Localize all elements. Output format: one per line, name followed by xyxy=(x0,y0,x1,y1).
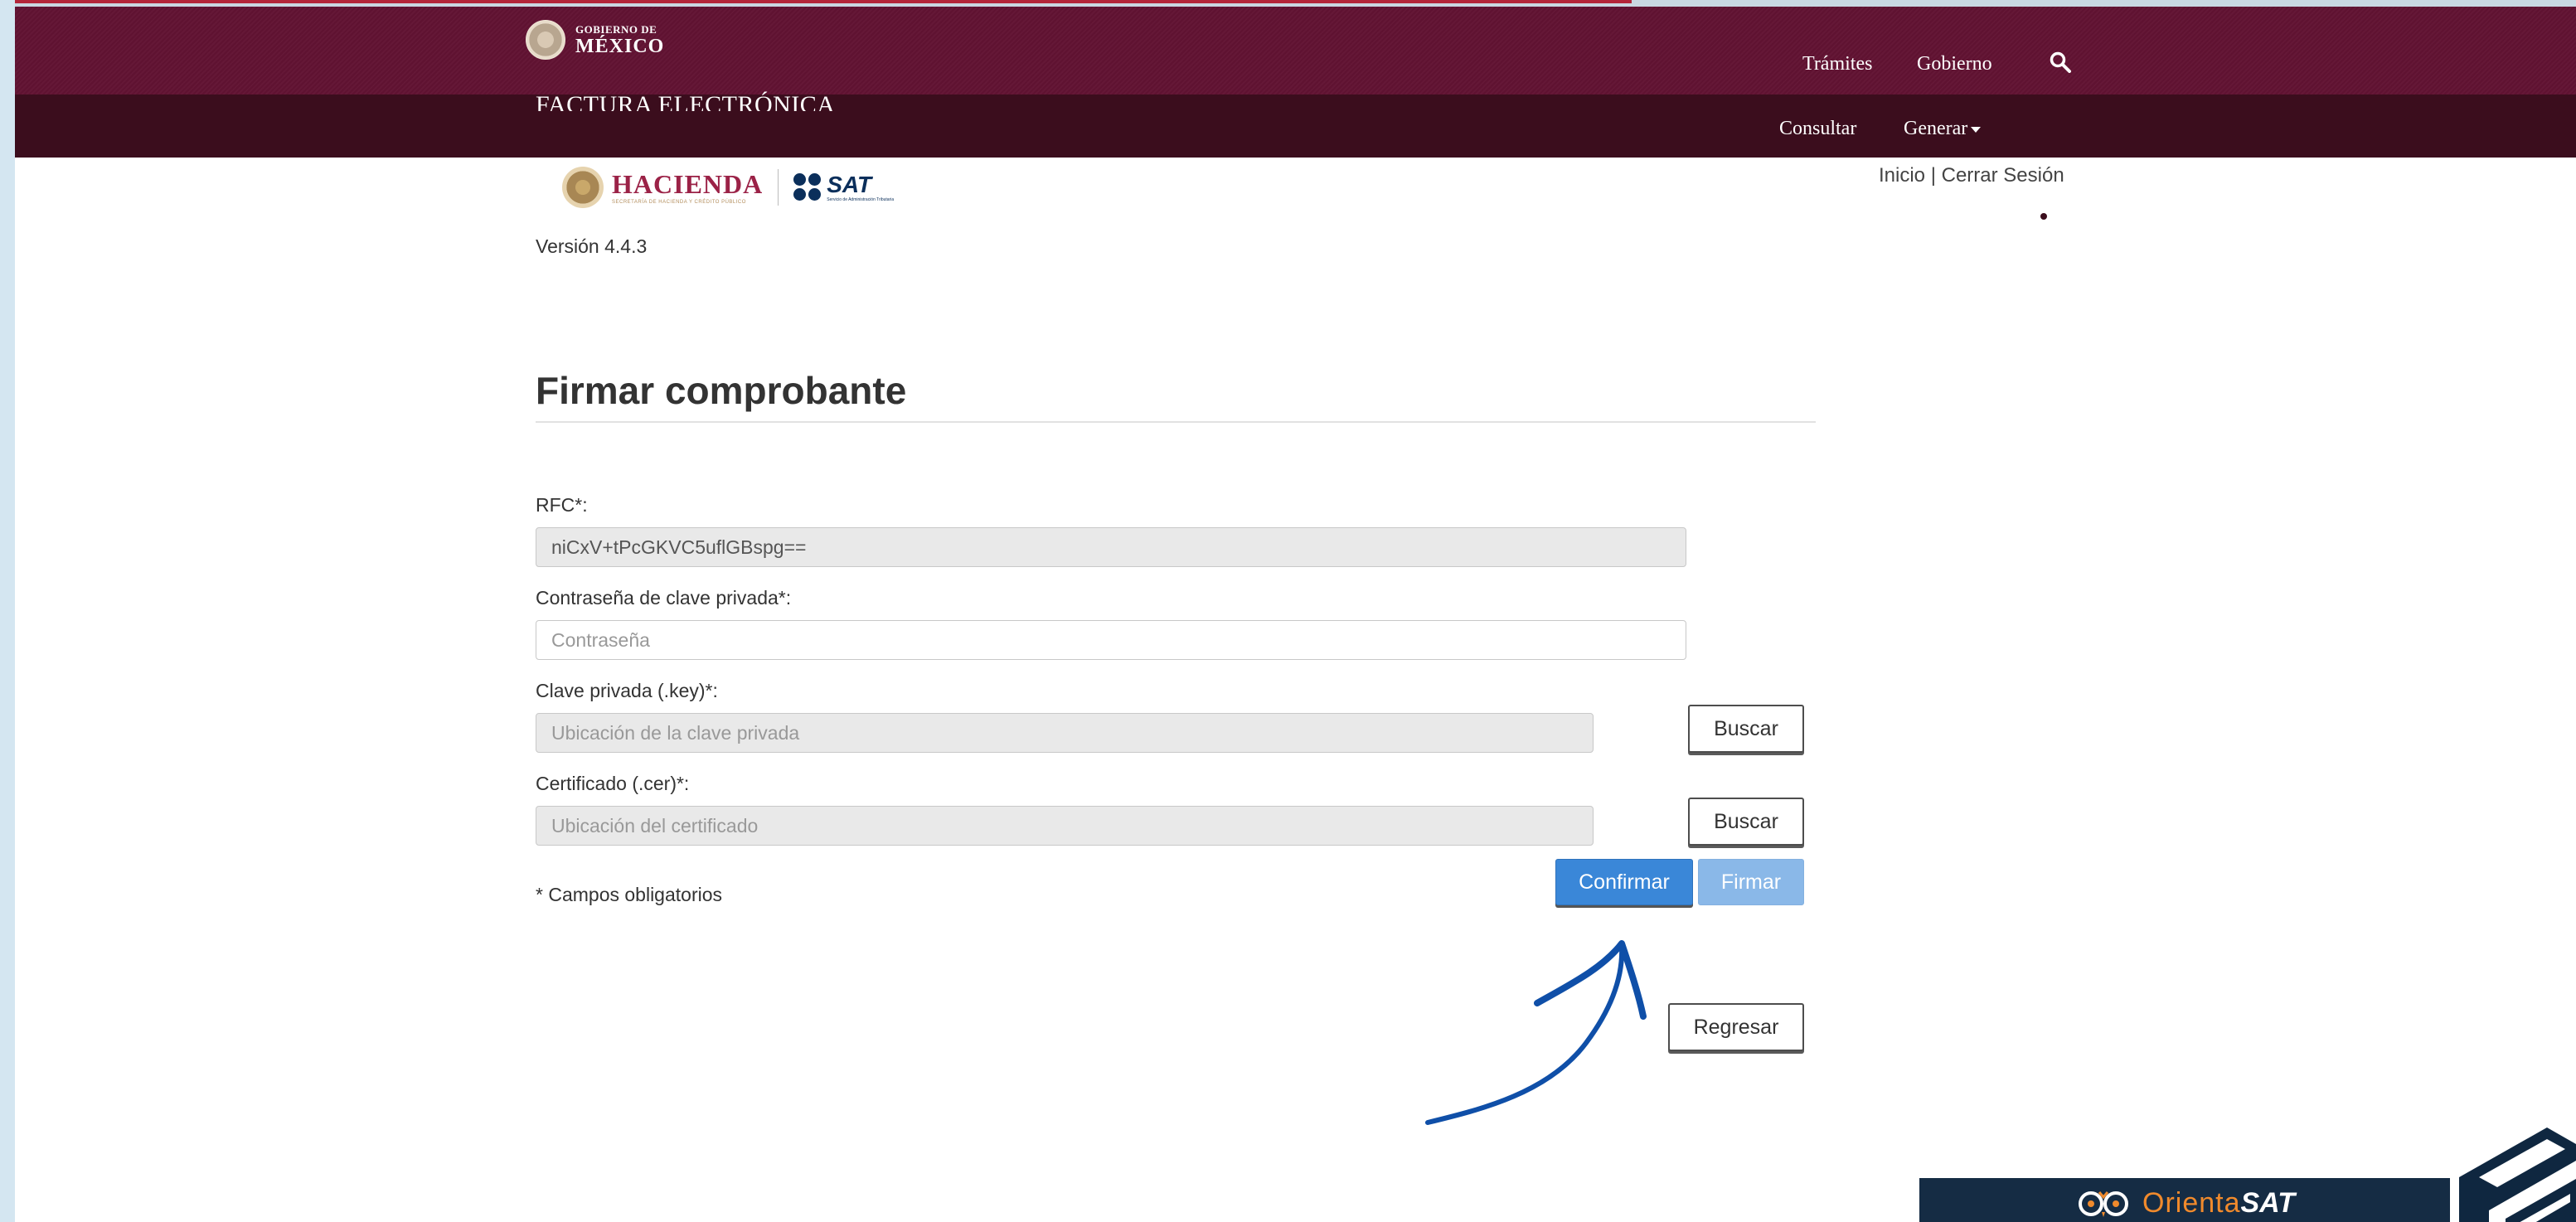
gov-big-text: MÉXICO xyxy=(575,35,665,57)
subnav-consultar[interactable]: Consultar xyxy=(1779,118,1856,140)
password-input[interactable] xyxy=(536,620,1686,660)
buscar-cert-button[interactable]: Buscar xyxy=(1688,798,1804,846)
hacienda-title: HACIENDA xyxy=(612,168,764,199)
page-title: Firmar comprobante xyxy=(536,369,907,412)
sat-logo: SAT Servicio de Administración Tributari… xyxy=(793,171,895,202)
firmar-button[interactable]: Firmar xyxy=(1698,859,1804,905)
gear-icon[interactable] xyxy=(2031,204,2056,229)
required-fields-note: * Campos obligatorios xyxy=(536,884,723,905)
page: GOBIERNO DE MÉXICO Trámites Gobierno Con… xyxy=(15,7,2576,1222)
password-label: Contraseña de clave privada*: xyxy=(536,587,792,609)
gear-caret-icon xyxy=(2063,216,2073,221)
nav-link-tramites[interactable]: Trámites xyxy=(1802,53,1872,75)
cert-label: Certificado (.cer)*: xyxy=(536,773,690,794)
sat-title: SAT xyxy=(827,171,872,197)
hacienda-subtitle: SECRETARÍA DE HACIENDA Y CRÉDITO PÚBLICO xyxy=(612,199,746,205)
browser-top-strip xyxy=(15,0,2576,7)
sat-dots-icon xyxy=(793,173,822,201)
cert-file-input[interactable] xyxy=(536,806,1594,846)
buscar-key-button[interactable]: Buscar xyxy=(1688,705,1804,753)
subnav-generar[interactable]: Generar xyxy=(1904,118,1982,140)
key-file-input[interactable] xyxy=(536,713,1594,753)
orientasat-text: OrientaSAT xyxy=(2142,1187,2295,1220)
hacienda-seal-icon xyxy=(562,167,604,208)
subnav-generar-label: Generar xyxy=(1904,118,1968,139)
key-label: Clave privada (.key)*: xyxy=(536,680,718,701)
gobierno-mexico-logo[interactable]: GOBIERNO DE MÉXICO xyxy=(526,20,664,60)
orientasat-badge: OrientaSAT xyxy=(1919,1178,2450,1222)
session-separator: | xyxy=(1930,164,1936,187)
corner-brand-logo-icon xyxy=(2459,1127,2576,1222)
sat-subtitle: Servicio de Administración Tributaria xyxy=(827,196,895,202)
inicio-link[interactable]: Inicio xyxy=(1879,164,1925,187)
hacienda-wordmark: HACIENDA SECRETARÍA DE HACIENDA Y CRÉDIT… xyxy=(612,171,763,205)
orienta-word: Orienta xyxy=(2142,1187,2241,1219)
hacienda-sat-logos: HACIENDA SECRETARÍA DE HACIENDA Y CRÉDIT… xyxy=(562,162,894,212)
owl-icon xyxy=(2079,1190,2128,1217)
gov-navbar: GOBIERNO DE MÉXICO Trámites Gobierno xyxy=(15,7,2576,95)
nav-link-gobierno[interactable]: Gobierno xyxy=(1917,53,1992,75)
title-divider xyxy=(536,421,1816,423)
factura-subnav: Consultar Generar xyxy=(15,95,2576,228)
version-text: Versión 4.4.3 xyxy=(536,235,648,257)
gov-small-text: GOBIERNO DE xyxy=(575,22,657,36)
sat-wordmark: SAT Servicio de Administración Tributari… xyxy=(827,171,895,202)
mexico-seal-icon xyxy=(526,20,565,60)
chevron-down-icon xyxy=(1971,126,1982,133)
top-accent-line xyxy=(15,0,1632,3)
sat-word: SAT xyxy=(2240,1187,2295,1219)
section-title: FACTURA ELECTRÓNICA xyxy=(536,91,836,111)
arrow-annotation-icon xyxy=(1425,940,1647,1125)
session-links: Inicio | Cerrar Sesión xyxy=(1879,164,2064,187)
regresar-button[interactable]: Regresar xyxy=(1668,1003,1804,1051)
gobierno-mexico-wordmark: GOBIERNO DE MÉXICO xyxy=(575,24,664,56)
cerrar-sesion-link[interactable]: Cerrar Sesión xyxy=(1942,164,2064,187)
search-icon[interactable] xyxy=(2050,51,2071,73)
rfc-label: RFC*: xyxy=(536,494,588,516)
logo-divider xyxy=(778,169,779,206)
confirmar-button[interactable]: Confirmar xyxy=(1555,859,1693,905)
rfc-input[interactable] xyxy=(536,527,1686,567)
